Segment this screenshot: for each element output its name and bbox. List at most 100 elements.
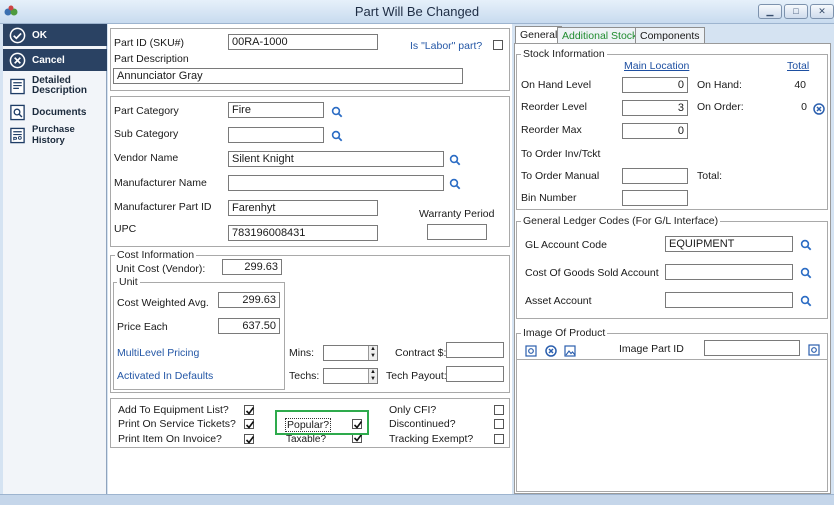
tab-additional-stock[interactable]: Additional Stock <box>557 27 643 44</box>
on-hand-level-field[interactable]: 0 <box>622 77 688 93</box>
purchase-history-button[interactable]: Purchase History <box>3 124 107 146</box>
upc-label: UPC <box>114 223 137 235</box>
search-icon[interactable] <box>449 154 461 166</box>
part-id-label: Part ID (SKU#) <box>114 37 185 49</box>
cogs-account-field[interactable] <box>665 264 793 280</box>
contract-label: Contract $: <box>395 347 447 359</box>
search-icon[interactable] <box>449 178 461 190</box>
part-category-label: Part Category <box>114 105 179 117</box>
image-picture-icon[interactable] <box>564 345 576 357</box>
warranty-period-field[interactable] <box>427 224 487 240</box>
gl-account-field[interactable]: EQUIPMENT <box>665 236 793 252</box>
on-hand-total-value: 40 <box>794 79 806 91</box>
close-button[interactable]: ✕ <box>810 4 834 19</box>
image-of-product-title: Image Of Product <box>521 327 608 339</box>
ok-button[interactable]: OK <box>3 24 107 46</box>
asset-account-field[interactable] <box>665 292 793 308</box>
purchase-order-icon <box>10 127 25 143</box>
upc-field[interactable]: 783196008431 <box>228 225 378 241</box>
search-icon[interactable] <box>800 267 812 279</box>
only-cfi-label: Only CFI? <box>389 404 437 416</box>
tracking-exempt-checkbox[interactable] <box>494 434 504 444</box>
discontinued-checkbox[interactable] <box>494 419 504 429</box>
main-location-link[interactable]: Main Location <box>624 60 689 72</box>
cogs-account-label: Cost Of Goods Sold Account <box>525 267 659 279</box>
tracking-exempt-label: Tracking Exempt? <box>389 433 474 445</box>
window-title: Part Will Be Changed <box>354 4 480 19</box>
add-to-equipment-checkbox[interactable] <box>244 405 255 415</box>
vendor-name-field[interactable]: Silent Knight <box>228 151 444 167</box>
only-cfi-checkbox[interactable] <box>494 405 504 415</box>
techs-spin-arrows[interactable]: ▲ ▼ <box>368 369 377 383</box>
popular-label: Popular? <box>285 418 332 432</box>
detailed-description-label: Detailed Description <box>32 75 88 96</box>
mins-spin-arrows[interactable]: ▲ ▼ <box>368 346 377 360</box>
print-on-invoice-checkbox[interactable] <box>244 434 255 444</box>
cost-information-title: Cost Information <box>115 249 197 261</box>
bin-number-field[interactable] <box>622 190 688 206</box>
unit-cost-field[interactable]: 299.63 <box>222 259 282 275</box>
tech-payout-field[interactable] <box>446 366 504 382</box>
is-labor-label: Is "Labor" part? <box>410 40 483 52</box>
tech-payout-label: Tech Payout: <box>386 370 447 382</box>
image-part-search-icon[interactable] <box>808 344 820 356</box>
warranty-period-label: Warranty Period <box>419 208 495 220</box>
manufacturer-part-id-field[interactable]: Farenhyt <box>228 200 378 216</box>
maximize-button[interactable]: □ <box>784 4 808 19</box>
search-icon[interactable] <box>331 106 343 118</box>
discontinued-label: Discontinued? <box>389 418 456 430</box>
image-search-icon[interactable] <box>525 345 537 357</box>
reorder-max-field[interactable]: 0 <box>622 123 688 139</box>
purchase-history-label: Purchase History <box>32 124 75 146</box>
to-order-manual-label: To Order Manual <box>521 170 600 182</box>
clear-circle-icon[interactable] <box>813 103 825 115</box>
documents-label: Documents <box>32 106 87 118</box>
unit-title: Unit <box>117 276 140 288</box>
cancel-button[interactable]: Cancel <box>3 49 107 71</box>
image-part-id-label: Image Part ID <box>619 343 684 355</box>
bin-number-label: Bin Number <box>521 192 577 204</box>
status-bar <box>0 494 834 505</box>
multilevel-pricing-link[interactable]: MultiLevel Pricing <box>117 347 199 359</box>
print-on-service-checkbox[interactable] <box>244 419 255 429</box>
part-description-label: Part Description <box>114 53 189 65</box>
search-icon[interactable] <box>800 239 812 251</box>
manufacturer-name-field[interactable] <box>228 175 444 191</box>
print-on-service-label: Print On Service Tickets? <box>118 418 236 430</box>
detailed-description-button[interactable]: Detailed Description <box>3 74 107 98</box>
taxable-checkbox[interactable] <box>352 435 363 443</box>
image-part-id-field[interactable] <box>704 340 800 356</box>
manufacturer-name-label: Manufacturer Name <box>114 177 207 189</box>
is-labor-checkbox[interactable] <box>493 40 503 50</box>
part-description-field[interactable]: Annunciator Gray <box>113 68 463 84</box>
total-link[interactable]: Total <box>787 60 809 72</box>
on-hand-level-label: On Hand Level <box>521 79 592 91</box>
contract-field[interactable] <box>446 342 504 358</box>
on-order-label: On Order: <box>697 101 744 113</box>
cost-weighted-field[interactable]: 299.63 <box>218 292 280 308</box>
taxable-label: Taxable? <box>286 435 327 444</box>
price-each-field[interactable]: 637.50 <box>218 318 280 334</box>
image-clear-icon[interactable] <box>545 345 557 357</box>
to-order-total-label: Total: <box>697 170 723 182</box>
to-order-inv-label: To Order Inv/Tckt <box>521 148 601 160</box>
activated-in-defaults-link[interactable]: Activated In Defaults <box>117 370 213 382</box>
part-category-field[interactable]: Fire <box>228 102 324 118</box>
sub-category-field[interactable] <box>228 127 324 143</box>
vendor-name-label: Vendor Name <box>114 152 179 164</box>
reorder-level-field[interactable]: 3 <box>622 100 688 116</box>
part-id-field[interactable]: 00RA-1000 <box>228 34 378 50</box>
tab-general[interactable]: General <box>515 26 563 44</box>
reorder-level-label: Reorder Level <box>521 101 587 113</box>
gl-account-label: GL Account Code <box>525 239 607 251</box>
search-icon[interactable] <box>331 130 343 142</box>
popular-checkbox[interactable] <box>352 419 363 429</box>
tab-components[interactable]: Components <box>635 27 705 44</box>
print-on-invoice-label: Print Item On Invoice? <box>118 433 222 445</box>
minimize-button[interactable]: ▁ <box>758 4 782 19</box>
techs-label: Techs: <box>289 370 320 382</box>
documents-button[interactable]: Documents <box>3 101 107 123</box>
to-order-manual-field[interactable] <box>622 168 688 184</box>
on-order-value: 0 <box>801 101 807 113</box>
search-icon[interactable] <box>800 295 812 307</box>
